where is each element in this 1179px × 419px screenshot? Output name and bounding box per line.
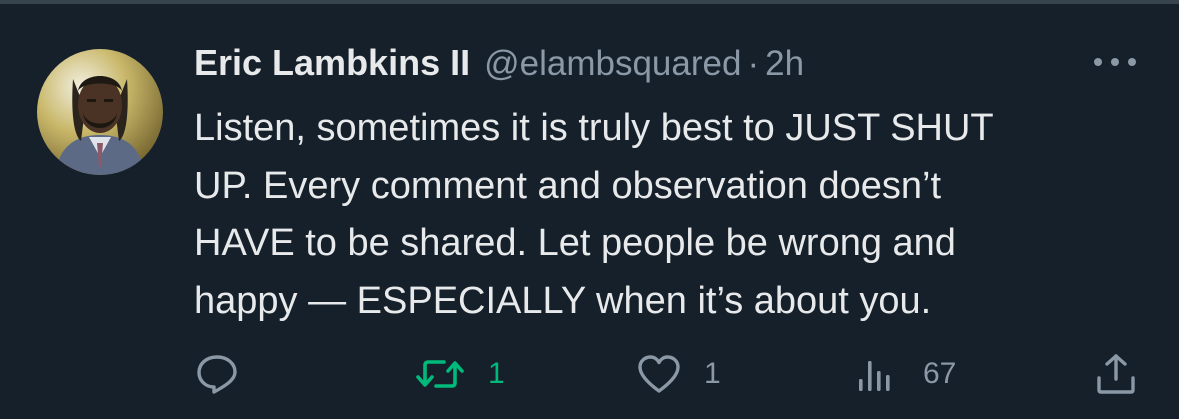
retweet-button[interactable]: 1 bbox=[414, 352, 505, 396]
retweet-icon bbox=[416, 360, 464, 388]
avatar-image bbox=[37, 49, 163, 175]
tweet-text: Listen, sometimes it is truly best to JU… bbox=[194, 100, 1154, 330]
author-name[interactable]: Eric Lambkins II bbox=[194, 42, 470, 84]
avatar[interactable] bbox=[37, 49, 163, 175]
more-icon bbox=[1094, 58, 1136, 66]
tweet-header: Eric Lambkins II @elambsquared · 2h bbox=[194, 42, 804, 86]
like-button[interactable]: 1 bbox=[636, 352, 721, 396]
more-options-button[interactable] bbox=[1090, 50, 1140, 74]
reply-button[interactable] bbox=[194, 352, 240, 396]
tweet-text-line: Listen, sometimes it is truly best to JU… bbox=[194, 107, 994, 149]
share-button[interactable] bbox=[1093, 352, 1139, 396]
header-separator: · bbox=[747, 44, 760, 83]
tweet-timestamp[interactable]: 2h bbox=[765, 44, 804, 84]
top-divider bbox=[0, 0, 1179, 4]
tweet-text-line: HAVE to be shared. Let people be wrong a… bbox=[194, 222, 956, 264]
author-handle[interactable]: @elambsquared bbox=[484, 44, 741, 84]
tweet-text-line: happy — ESPECIALLY when it’s about you. bbox=[194, 279, 932, 322]
retweet-count: 1 bbox=[488, 357, 505, 390]
tweet-text-line: UP. Every comment and observation doesn’… bbox=[194, 164, 942, 207]
views-count: 67 bbox=[923, 357, 957, 390]
share-icon bbox=[1097, 354, 1135, 394]
views-button[interactable]: 67 bbox=[855, 352, 956, 396]
views-icon bbox=[859, 361, 890, 391]
like-count: 1 bbox=[704, 357, 721, 390]
reply-icon bbox=[197, 355, 237, 394]
heart-icon bbox=[638, 355, 680, 393]
